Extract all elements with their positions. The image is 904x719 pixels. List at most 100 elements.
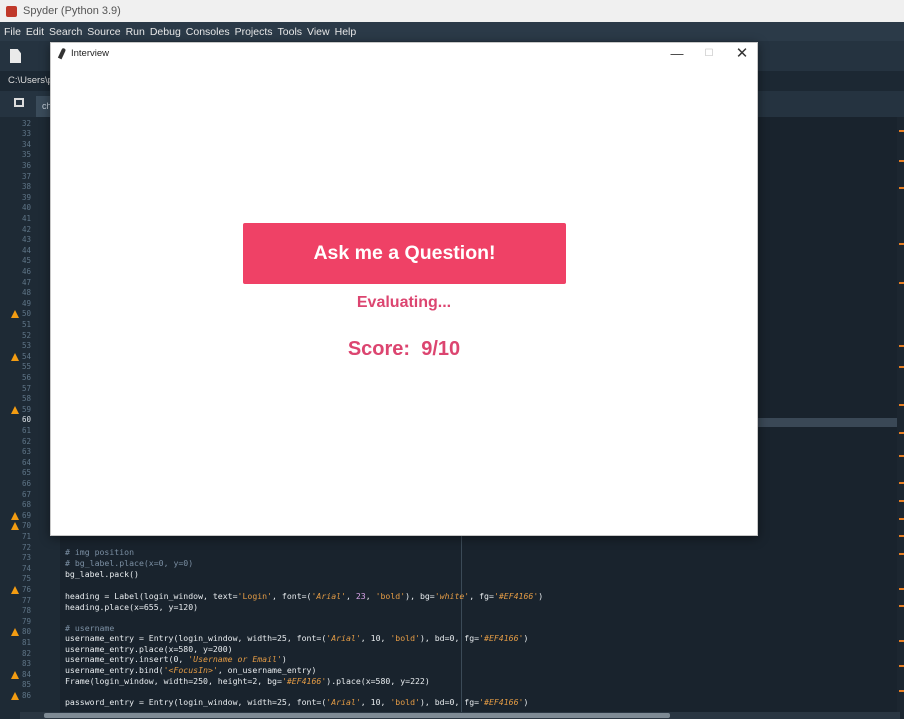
line-number: 72 bbox=[22, 542, 32, 552]
scrollbar-warning-marker bbox=[899, 640, 904, 642]
minimize-button[interactable]: — bbox=[667, 45, 687, 62]
line-number: 63 bbox=[22, 447, 32, 457]
evaluating-status: Evaluating... bbox=[356, 294, 452, 311]
menu-item-edit[interactable]: Edit bbox=[26, 26, 44, 38]
warning-icon[interactable] bbox=[11, 310, 19, 319]
menu-item-search[interactable]: Search bbox=[49, 26, 82, 38]
line-number: 47 bbox=[22, 277, 32, 287]
scrollbar-warning-marker bbox=[899, 345, 904, 347]
tk-feather-icon bbox=[57, 47, 67, 60]
line-number: 41 bbox=[22, 213, 32, 223]
scrollbar-warning-marker bbox=[899, 665, 904, 667]
code-line: username_entry = Entry(login_window, wid… bbox=[65, 633, 529, 643]
line-number: 52 bbox=[22, 330, 32, 340]
warning-icon[interactable] bbox=[11, 691, 19, 700]
line-number: 48 bbox=[22, 288, 32, 298]
line-number: 78 bbox=[22, 606, 32, 616]
window-title: Interview bbox=[71, 48, 110, 59]
line-number: 53 bbox=[22, 341, 32, 351]
line-number: 54 bbox=[22, 351, 32, 361]
line-number: 40 bbox=[22, 203, 32, 213]
line-number: 65 bbox=[22, 468, 32, 478]
maximize-button[interactable]: ☐ bbox=[699, 45, 719, 62]
line-number: 83 bbox=[22, 659, 32, 669]
line-number: 33 bbox=[22, 129, 32, 139]
scrollbar-warning-marker bbox=[899, 366, 904, 368]
interview-titlebar[interactable]: Interview — ☐ ✕ bbox=[51, 43, 757, 65]
line-number: 71 bbox=[22, 531, 32, 541]
warning-icon[interactable] bbox=[11, 628, 19, 637]
menu-item-projects[interactable]: Projects bbox=[235, 26, 273, 38]
scrollbar-warning-marker bbox=[899, 282, 904, 284]
code-line: # img position bbox=[65, 547, 135, 557]
code-line: bg_label.pack() bbox=[65, 569, 139, 579]
line-number: 79 bbox=[22, 616, 32, 626]
scrollbar-warning-marker bbox=[899, 690, 904, 692]
scrollbar-warning-marker bbox=[899, 553, 904, 555]
menu-item-source[interactable]: Source bbox=[87, 26, 120, 38]
line-number: 44 bbox=[22, 245, 32, 255]
line-number: 76 bbox=[22, 584, 32, 594]
line-number: 57 bbox=[22, 383, 32, 393]
code-line: username_entry.place(x=580, y=200) bbox=[65, 644, 233, 654]
line-number: 82 bbox=[22, 648, 32, 658]
warning-icon[interactable] bbox=[11, 670, 19, 679]
line-number: 35 bbox=[22, 150, 32, 160]
menu-item-view[interactable]: View bbox=[307, 26, 330, 38]
line-number: 56 bbox=[22, 372, 32, 382]
menu-item-tools[interactable]: Tools bbox=[278, 26, 303, 38]
scrollbar-warning-marker bbox=[899, 535, 904, 537]
horizontal-scroll-thumb[interactable] bbox=[44, 713, 670, 718]
scrollbar-warning-marker bbox=[899, 482, 904, 484]
scrollbar-warning-marker bbox=[899, 432, 904, 434]
warning-icon[interactable] bbox=[11, 511, 19, 520]
menu-item-help[interactable]: Help bbox=[335, 26, 357, 38]
scrollbar-warning-marker bbox=[899, 455, 904, 457]
line-number: 81 bbox=[22, 637, 32, 647]
line-number: 43 bbox=[22, 235, 32, 245]
line-number: 68 bbox=[22, 500, 32, 510]
scrollbar-warning-marker bbox=[899, 187, 904, 189]
code-line: # username bbox=[65, 623, 115, 633]
line-number: 49 bbox=[22, 298, 32, 308]
line-number: 55 bbox=[22, 362, 32, 372]
spyder-title: Spyder (Python 3.9) bbox=[23, 5, 121, 17]
browse-tabs-icon[interactable] bbox=[14, 98, 24, 107]
scrollbar-warning-marker bbox=[899, 130, 904, 132]
warning-icon[interactable] bbox=[11, 352, 19, 361]
menu-item-debug[interactable]: Debug bbox=[150, 26, 181, 38]
code-line: heading = Label(login_window, text='Logi… bbox=[65, 591, 544, 601]
interview-window: Interview — ☐ ✕ Ask me a Question! Evalu… bbox=[50, 42, 758, 536]
line-number: 36 bbox=[22, 160, 32, 170]
line-number: 37 bbox=[22, 171, 32, 181]
warning-icon[interactable] bbox=[11, 405, 19, 414]
code-line: username_entry.bind('<FocusIn>', on_user… bbox=[65, 665, 317, 675]
line-number: 39 bbox=[22, 192, 32, 202]
line-number: 80 bbox=[22, 627, 32, 637]
menu-item-consoles[interactable]: Consoles bbox=[186, 26, 230, 38]
menu-item-run[interactable]: Run bbox=[126, 26, 145, 38]
menu-item-file[interactable]: File bbox=[4, 26, 21, 38]
line-number: 77 bbox=[22, 595, 32, 605]
code-line: heading.place(x=655, y=120) bbox=[65, 602, 199, 612]
warning-icon[interactable] bbox=[11, 585, 19, 594]
scrollbar-warning-marker bbox=[899, 588, 904, 590]
line-number: 38 bbox=[22, 182, 32, 192]
line-number: 67 bbox=[22, 489, 32, 499]
warning-icon[interactable] bbox=[11, 522, 19, 531]
scrollbar-warning-marker bbox=[899, 518, 904, 520]
code-line: username_entry.insert(0, 'Username or Em… bbox=[65, 654, 287, 664]
line-number: 64 bbox=[22, 457, 32, 467]
new-file-icon[interactable] bbox=[10, 49, 21, 63]
ask-question-button[interactable]: Ask me a Question! bbox=[243, 223, 566, 284]
line-number: 34 bbox=[22, 139, 32, 149]
line-number: 62 bbox=[22, 436, 32, 446]
scrollbar-warning-marker bbox=[899, 404, 904, 406]
line-number: 74 bbox=[22, 563, 32, 573]
line-number: 75 bbox=[22, 574, 32, 584]
editor-vertical-scrollbar[interactable] bbox=[897, 117, 904, 719]
line-number: 69 bbox=[22, 510, 32, 520]
scrollbar-warning-marker bbox=[899, 243, 904, 245]
line-number: 84 bbox=[22, 669, 32, 679]
close-button[interactable]: ✕ bbox=[732, 45, 752, 62]
